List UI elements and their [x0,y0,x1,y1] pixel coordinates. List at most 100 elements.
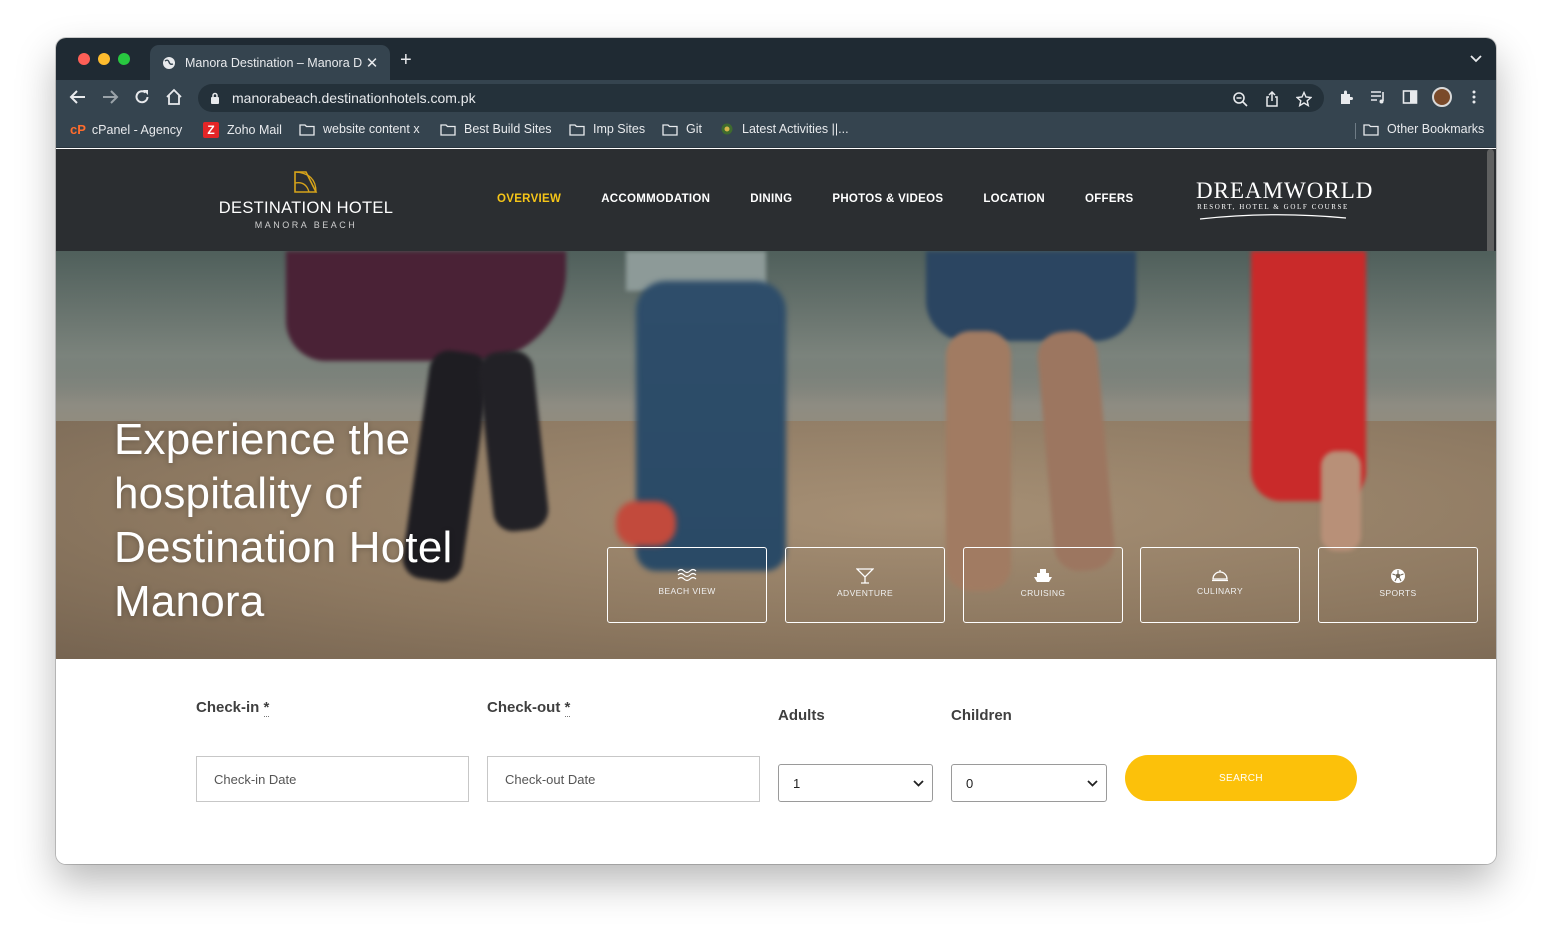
cpanel-icon: cP [70,122,86,137]
extensions-icon[interactable] [1338,89,1354,105]
forward-icon[interactable] [101,88,119,106]
browser-window: Manora Destination – Manora D ✕ + manora… [56,38,1496,864]
bookmark-website-content[interactable]: website content x [299,122,420,136]
folder-icon [299,123,315,136]
search-button[interactable]: SEARCH [1125,755,1357,801]
bookmark-divider [1355,123,1356,139]
hotel-logo[interactable]: DESTINATION HOTEL MANORA BEACH [216,169,396,230]
feature-cruising[interactable]: CRUISING [963,547,1123,623]
back-icon[interactable] [69,88,87,106]
checkin-date-input[interactable]: Check-in Date [196,756,469,802]
bookmarks-bar: cP cPanel - Agency Z Zoho Mail website c… [56,114,1496,148]
media-control-icon[interactable] [1370,89,1386,105]
folder-icon [440,123,456,136]
home-icon[interactable] [165,88,183,106]
main-navigation: OVERVIEW ACCOMMODATION DINING PHOTOS & V… [497,193,1173,205]
required-mark: * [564,699,571,717]
site-icon [721,123,733,135]
ship-icon [1034,569,1052,582]
browser-tab[interactable]: Manora Destination – Manora D ✕ [150,45,390,80]
zoom-icon[interactable] [1232,91,1248,107]
figure-leg [1321,451,1361,551]
menu-dots-icon[interactable] [1466,89,1482,105]
bookmark-cpanel[interactable]: cP cPanel - Agency [70,122,182,137]
bookmark-latest-activities[interactable]: Latest Activities ||... [720,122,849,136]
feature-adventure[interactable]: ADVENTURE [785,547,945,623]
partner-name: DREAMWORLD [1196,178,1374,203]
bookmark-label: Git [686,122,702,136]
nav-location[interactable]: LOCATION [983,193,1045,205]
hotel-logo-mark-icon [294,171,318,193]
share-icon[interactable] [1264,91,1280,107]
bookmark-star-icon[interactable] [1296,91,1312,107]
checkout-label: Check-out * [487,699,571,717]
nav-accommodation[interactable]: ACCOMMODATION [601,193,710,205]
site-header: DESTINATION HOTEL MANORA BEACH OVERVIEW … [56,149,1496,251]
zoho-icon: Z [203,122,219,138]
tab-close-icon[interactable]: ✕ [364,54,380,72]
figure-skirt [286,251,566,361]
feature-label: CULINARY [1196,586,1244,596]
feature-sports[interactable]: SPORTS [1318,547,1478,623]
bookmark-label: Latest Activities ||... [742,122,849,136]
tab-search-icon[interactable] [1470,55,1482,63]
checkout-placeholder: Check-out Date [505,771,596,787]
cocktail-icon [856,568,874,584]
other-bookmarks[interactable]: Other Bookmarks [1363,122,1484,136]
dreamworld-logo[interactable]: DREAMWORLD RESORT, HOTEL & GOLF COURSE [1196,178,1374,221]
bookmark-label: website content x [323,122,420,136]
feature-culinary[interactable]: CULINARY [1140,547,1300,623]
nav-photos-videos[interactable]: PHOTOS & VIDEOS [832,193,943,205]
nav-offers[interactable]: OFFERS [1085,193,1133,205]
tab-strip: Manora Destination – Manora D ✕ + [56,38,1496,80]
bookmark-imp-sites[interactable]: Imp Sites [569,122,645,136]
bookmark-zoho-mail[interactable]: Z Zoho Mail [203,122,282,138]
children-value: 0 [966,775,974,791]
profile-avatar[interactable] [1432,87,1452,107]
checkin-label-text: Check-in [196,699,260,716]
booking-form: Check-in * Check-out * Adults Children C… [56,659,1496,864]
adults-select[interactable]: 1 [778,764,933,802]
other-bookmarks-label: Other Bookmarks [1387,122,1485,136]
checkin-label: Check-in * [196,699,270,717]
side-panel-icon[interactable] [1402,89,1418,105]
close-window-button[interactable] [78,53,90,65]
bookmark-best-build-sites[interactable]: Best Build Sites [440,122,552,136]
tab-title: Manora Destination – Manora D [185,55,363,70]
feature-beach-view[interactable]: BEACH VIEW [607,547,767,623]
swoosh-icon [1199,214,1347,220]
checkout-date-input[interactable]: Check-out Date [487,756,760,802]
bookmark-git[interactable]: Git [662,122,702,136]
feature-label: SPORTS [1379,588,1417,598]
bookmark-label: Best Build Sites [464,122,552,136]
bookmark-label: Zoho Mail [227,123,282,137]
adults-value: 1 [793,775,801,791]
bookmark-label: cPanel - Agency [91,122,183,137]
folder-icon [1363,123,1379,136]
maximize-window-button[interactable] [118,53,130,65]
chevron-down-icon [1087,779,1098,787]
nav-dining[interactable]: DINING [750,193,792,205]
football-icon [1391,569,1405,583]
reload-icon[interactable] [133,88,151,106]
nav-overview[interactable]: OVERVIEW [497,193,561,205]
chevron-down-icon [913,779,924,787]
browser-toolbar: manorabeach.destinationhotels.com.pk [56,80,1496,114]
search-button-label: SEARCH [1218,772,1264,784]
checkout-label-text: Check-out [487,699,561,716]
required-mark: * [263,699,270,717]
feature-label: ADVENTURE [836,588,894,598]
hotel-name: DESTINATION HOTEL [218,199,394,217]
address-bar[interactable]: manorabeach.destinationhotels.com.pk [198,84,1324,112]
feature-label: BEACH VIEW [658,586,716,596]
globe-icon [163,56,175,69]
bookmark-label: Imp Sites [593,122,646,136]
children-label: Children [951,707,1012,724]
lock-icon[interactable] [210,92,220,104]
children-select[interactable]: 0 [951,764,1107,802]
waves-icon [677,568,697,582]
hotel-location: MANORA BEACH [254,220,358,230]
minimize-window-button[interactable] [98,53,110,65]
new-tab-button[interactable]: + [400,50,412,70]
partner-tagline: RESORT, HOTEL & GOLF COURSE [1197,203,1349,211]
